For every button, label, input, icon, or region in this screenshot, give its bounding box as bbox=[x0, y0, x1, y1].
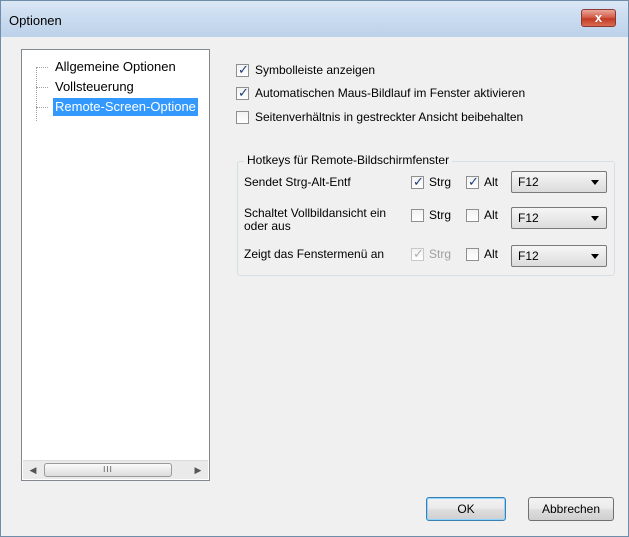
close-button[interactable]: x bbox=[581, 9, 616, 27]
tree-item-full-control[interactable]: Vollsteuerung bbox=[22, 78, 208, 96]
tree-connector bbox=[36, 107, 48, 108]
hotkey-row-label: Zeigt das Fenstermenü an bbox=[244, 247, 385, 261]
hotkey-alt-checkbox[interactable] bbox=[466, 248, 479, 261]
title-bar[interactable]: Optionen x bbox=[1, 1, 628, 37]
hotkey-row-label: Schaltet Vollbildansicht ein oder aus bbox=[244, 206, 387, 233]
tree-item-label: Allgemeine Optionen bbox=[55, 59, 176, 74]
hotkey-alt-checkbox[interactable] bbox=[466, 209, 479, 222]
chevron-down-icon bbox=[591, 216, 599, 221]
chevron-down-icon bbox=[591, 254, 599, 259]
show-toolbar-label: Symbolleiste anzeigen bbox=[255, 63, 376, 77]
scroll-left-icon[interactable]: ◀ bbox=[26, 463, 40, 477]
hotkey-key-select[interactable]: F12 bbox=[511, 207, 607, 229]
options-tree: Allgemeine Optionen Vollsteuerung Remote… bbox=[21, 49, 210, 481]
options-dialog: Optionen x Allgemeine Optionen Vollsteue… bbox=[0, 0, 629, 537]
tree-item-remote-screen[interactable]: Remote-Screen-Optione bbox=[22, 98, 209, 116]
show-toolbar-checkbox[interactable] bbox=[236, 62, 249, 78]
cancel-button[interactable]: Abbrechen bbox=[528, 497, 614, 521]
hotkey-ctrl-label: Strg bbox=[429, 208, 452, 222]
hotkey-ctrl-label: Strg bbox=[429, 247, 452, 261]
hotkey-row-label: Sendet Strg-Alt-Entf bbox=[244, 175, 351, 189]
hotkey-key-value: F12 bbox=[518, 211, 539, 225]
chevron-down-icon bbox=[591, 180, 599, 185]
window-title: Optionen bbox=[9, 13, 62, 28]
tree-item-general[interactable]: Allgemeine Optionen bbox=[22, 58, 208, 76]
hotkey-ctrl-label: Strg bbox=[429, 175, 452, 189]
auto-scroll-checkbox[interactable] bbox=[236, 85, 249, 101]
hotkey-key-value: F12 bbox=[518, 175, 539, 189]
scroll-right-icon[interactable]: ▶ bbox=[191, 463, 205, 477]
hotkey-alt-label: Alt bbox=[484, 247, 499, 261]
tree-item-label: Vollsteuerung bbox=[55, 79, 134, 94]
hotkey-key-select[interactable]: F12 bbox=[511, 245, 607, 267]
tree-connector bbox=[36, 87, 48, 88]
keep-ratio-checkbox[interactable] bbox=[236, 111, 249, 124]
scroll-thumb[interactable]: III bbox=[44, 463, 172, 477]
horizontal-scrollbar[interactable]: ◀ III ▶ bbox=[23, 460, 208, 479]
close-icon: x bbox=[594, 10, 603, 25]
keep-ratio-label: Seitenverhältnis in gestreckter Ansicht … bbox=[255, 110, 524, 124]
auto-scroll-label: Automatischen Maus-Bildlauf im Fenster a… bbox=[255, 86, 526, 100]
ok-button[interactable]: OK bbox=[426, 497, 506, 521]
hotkey-alt-label: Alt bbox=[484, 208, 499, 222]
tree-item-label: Remote-Screen-Optione bbox=[53, 98, 198, 116]
tree-connector bbox=[36, 67, 48, 68]
hotkey-key-select[interactable]: F12 bbox=[511, 171, 607, 193]
hotkey-ctrl-checkbox[interactable] bbox=[411, 174, 424, 190]
hotkey-ctrl-checkbox bbox=[411, 246, 424, 262]
hotkey-key-value: F12 bbox=[518, 249, 539, 263]
hotkeys-group-title: Hotkeys für Remote-Bildschirmfenster bbox=[244, 153, 453, 167]
hotkey-alt-label: Alt bbox=[484, 175, 499, 189]
hotkey-ctrl-checkbox[interactable] bbox=[411, 209, 424, 222]
hotkey-alt-checkbox[interactable] bbox=[466, 174, 479, 190]
